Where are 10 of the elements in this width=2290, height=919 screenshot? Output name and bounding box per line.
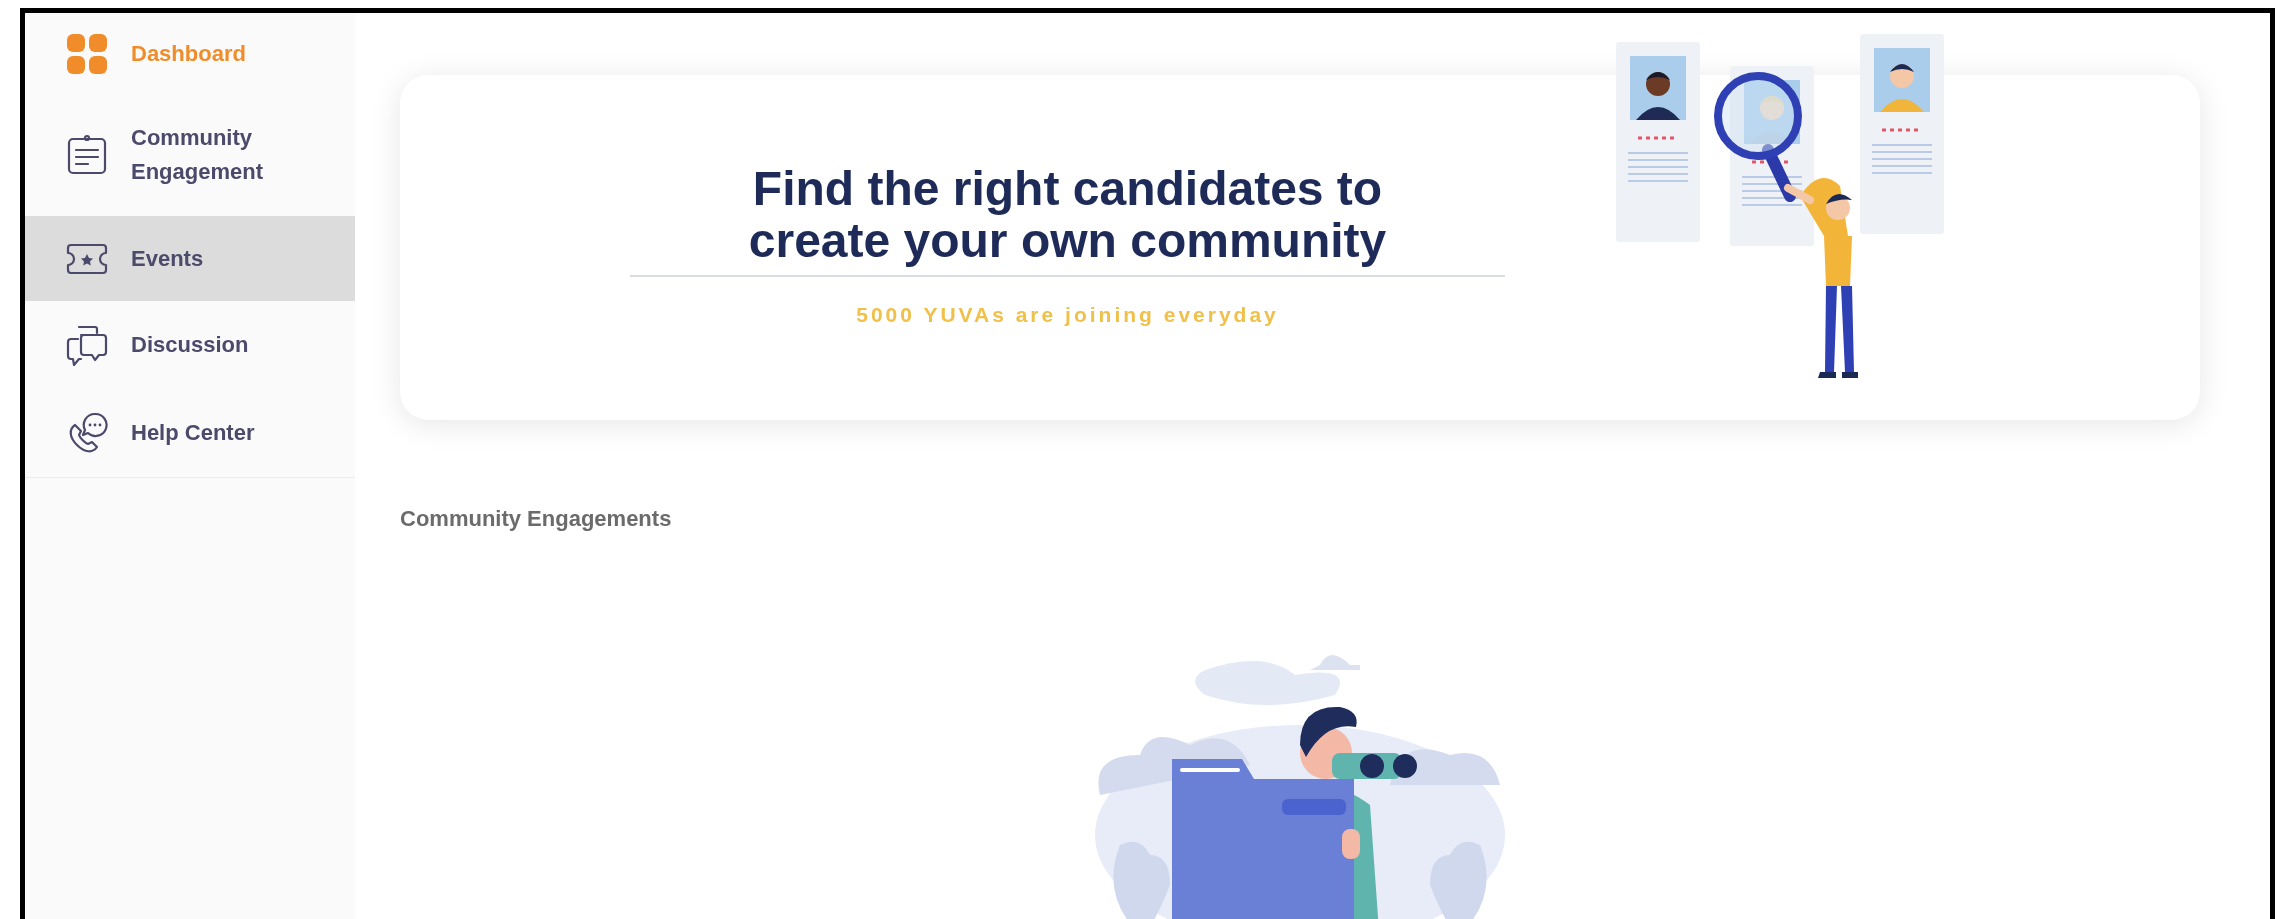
section-title: Community Engagements (400, 505, 673, 533)
clipboard-icon (65, 133, 109, 177)
dashboard-icon (65, 31, 109, 76)
sidebar-item[interactable]: Discussion (25, 301, 355, 389)
sidebar-item[interactable]: Community Engagement (25, 94, 355, 216)
banner-subtitle: 5000 YUVAs are joining everyday (856, 302, 1279, 328)
chat-icon (65, 323, 109, 367)
sidebar-item[interactable]: Events (25, 216, 355, 301)
banner-title: Find the right candidates to create your own community (748, 163, 1387, 267)
sidebar-item[interactable]: Help Center (25, 389, 355, 477)
